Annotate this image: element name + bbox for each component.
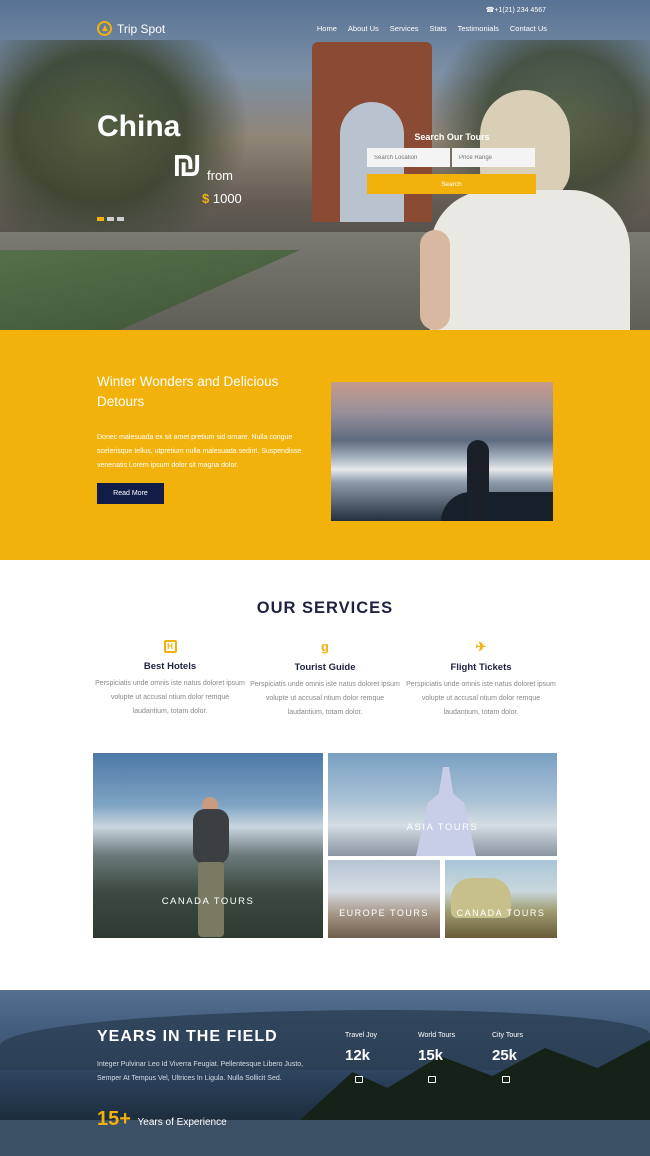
stat-value: 25k [492, 1047, 518, 1064]
price-range-input[interactable] [452, 148, 535, 167]
nav-stats[interactable]: Stats [430, 24, 447, 33]
stat-label: Travel Joy [345, 1032, 378, 1039]
logo-text: Trip Spot [117, 21, 166, 36]
hero-person-arm [420, 230, 450, 330]
service-title[interactable]: Tourist Guide [250, 662, 400, 673]
service-text: Perspiciatis unde omnis iste natus dolor… [406, 681, 556, 716]
years-label: Years of Experience [137, 1117, 227, 1128]
stat-label: World Tours [418, 1032, 456, 1039]
hotel-icon: H [163, 640, 177, 653]
tour-label: CANADA TOURS [456, 908, 546, 918]
search-title: Search Our Tours [414, 132, 490, 142]
hero-trees-left [0, 40, 250, 260]
service-tourist-guide: g Tourist Guide Perspiciatis unde omnis … [250, 640, 400, 720]
hiker-backpack [193, 809, 229, 864]
promo-image-person [467, 440, 489, 520]
years-experience: 15+ Years of Experience [97, 1108, 227, 1131]
main-nav: Home About Us Services Stats Testimonial… [317, 24, 547, 33]
city-icon [502, 1076, 510, 1083]
hero-price-value: 1000 [212, 191, 242, 206]
slider-dot-2[interactable] [107, 217, 114, 221]
hero-person-body [430, 190, 630, 330]
logo-icon [97, 21, 112, 36]
tour-image-hiker [188, 797, 233, 937]
tour-tile-canada-small[interactable]: CANADA TOURS [445, 860, 557, 938]
top-bar: ☎+1(21) 234 4567 Trip Spot Home About Us… [0, 0, 650, 60]
search-fields [367, 148, 537, 167]
nav-about-us[interactable]: About Us [348, 24, 379, 33]
service-title[interactable]: Flight Tickets [406, 662, 556, 673]
service-text: Perspiciatis unde omnis iste natus dolor… [250, 681, 400, 716]
guide-icon: g [321, 639, 329, 654]
nav-services[interactable]: Services [390, 24, 419, 33]
nav-home[interactable]: Home [317, 24, 337, 33]
hero-from-label: from [207, 168, 233, 183]
services-title: OUR SERVICES [256, 599, 394, 617]
users-icon [355, 1076, 363, 1083]
tour-image-castle [416, 767, 476, 856]
hero-currency-symbol: ₪ [172, 146, 203, 184]
map-icon [428, 1076, 436, 1083]
stat-world-tours: World Tours 15k [418, 1032, 478, 1083]
hero-section: ☎+1(21) 234 4567 Trip Spot Home About Us… [0, 0, 650, 330]
service-best-hotels: H Best Hotels Perspiciatis unde omnis is… [95, 640, 245, 719]
promo-image [331, 382, 553, 521]
hero-price-currency: $ [202, 191, 210, 206]
years-number: 15+ [97, 1108, 131, 1130]
promo-title: Winter Wonders and Delicious Detours [97, 374, 279, 409]
stat-travel-joy: Travel Joy 12k [345, 1032, 405, 1083]
service-flight-tickets: ✈ Flight Tickets Perspiciatis unde omnis… [406, 640, 556, 720]
stats-title: YEARS IN THE FIELD [97, 1028, 278, 1045]
stat-value: 15k [418, 1047, 444, 1064]
phone-number[interactable]: ☎+1(21) 234 4567 [486, 6, 546, 14]
tour-tile-asia[interactable]: ASIA TOURS [328, 753, 557, 856]
nav-testimonials[interactable]: Testimonials [458, 24, 499, 33]
slider-dot-3[interactable] [117, 217, 124, 221]
service-text: Perspiciatis unde omnis iste natus dolor… [95, 680, 245, 715]
tour-search-box: Search Our Tours Search [367, 132, 537, 194]
search-location-input[interactable] [367, 148, 450, 167]
nav-contact-us[interactable]: Contact Us [510, 24, 547, 33]
hero-person-image [420, 90, 630, 330]
tour-label: EUROPE TOURS [339, 908, 429, 918]
read-more-button[interactable]: Read More [97, 483, 164, 504]
stat-label: City Tours [492, 1032, 523, 1039]
stats-text: Integer Pulvinar Leo Id Viverra Feugiat.… [97, 1061, 304, 1082]
promo-text: Donec malesuada ex sit amet pretium sid … [97, 434, 302, 469]
hero-price: $ 1000 [202, 191, 242, 206]
slider-dots [97, 217, 124, 221]
hero-title: China [97, 110, 181, 143]
tour-tile-canada-large[interactable]: CANADA TOURS [93, 753, 323, 938]
promo-image-cliff [441, 492, 553, 521]
stat-value: 12k [345, 1047, 371, 1064]
tour-label: ASIA TOURS [406, 822, 479, 833]
tour-tile-europe[interactable]: EUROPE TOURS [328, 860, 440, 938]
plane-icon: ✈ [475, 639, 487, 654]
tour-label: CANADA TOURS [161, 896, 255, 907]
service-title[interactable]: Best Hotels [95, 661, 245, 672]
slider-dot-1[interactable] [97, 217, 104, 221]
stats-section: YEARS IN THE FIELD Integer Pulvinar Leo … [0, 990, 650, 1156]
search-button[interactable]: Search [367, 174, 536, 194]
logo[interactable]: Trip Spot [97, 21, 165, 36]
promo-section: Winter Wonders and Delicious Detours Don… [0, 330, 650, 560]
stat-city-tours: City Tours 25k [492, 1032, 552, 1083]
